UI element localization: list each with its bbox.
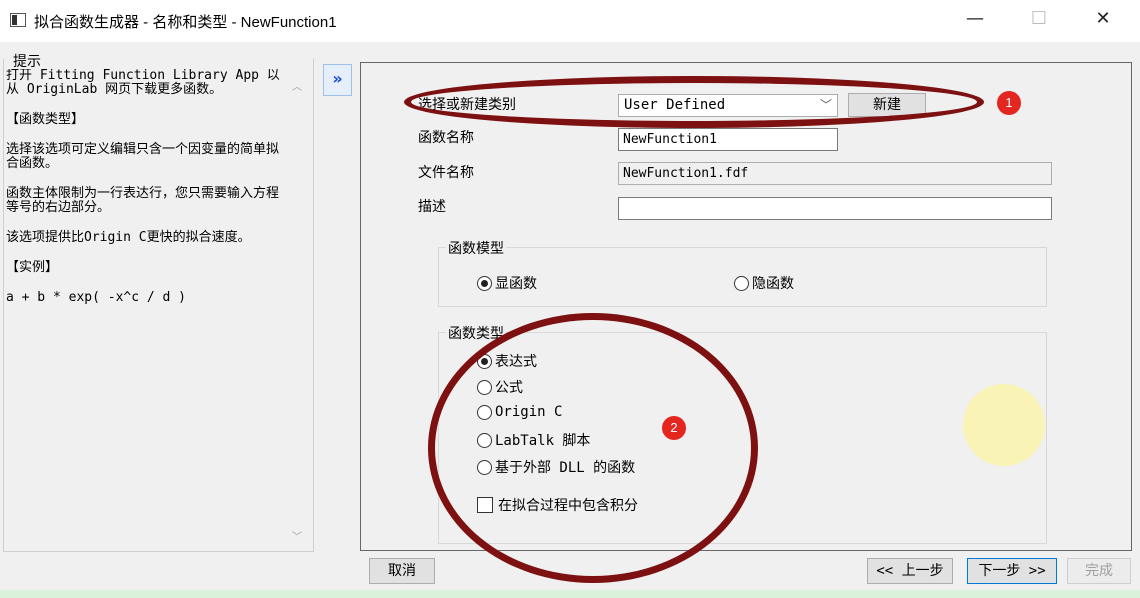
hint-paragraph: a + b * exp( -x^c / d ) — [6, 290, 187, 305]
title-bar: 拟合函数生成器 - 名称和类型 - NewFunction1 — ☐ ✕ — [0, 0, 1140, 42]
radio-explicit[interactable]: 显函数 — [477, 273, 537, 293]
file-name-label: 文件名称 — [418, 165, 474, 181]
annotation-badge-1: 1 — [997, 91, 1021, 115]
radio-implicit[interactable]: 隐函数 — [734, 273, 794, 293]
hint-paragraph: 选择该选项可定义编辑只含一个因变量的简单拟合函数。 — [6, 142, 280, 171]
app-icon — [10, 13, 26, 27]
description-input[interactable] — [618, 197, 1052, 220]
file-name-input[interactable]: NewFunction1.fdf — [618, 162, 1052, 185]
annotation-ellipse-2 — [428, 313, 758, 583]
status-strip — [0, 590, 1140, 598]
previous-button[interactable]: << 上一步 — [867, 558, 953, 584]
annotation-badge-2: 2 — [662, 416, 686, 440]
hint-paragraph: 打开 Fitting Function Library App 以从 Origi… — [6, 69, 280, 97]
radio-checked-icon — [477, 275, 492, 291]
hint-paragraph: 【函数类型】 — [6, 112, 85, 127]
hint-paragraph: 【实例】 — [6, 260, 59, 275]
expand-button[interactable]: » — [323, 64, 352, 96]
hint-paragraph: 该选项提供比Origin C更快的拟合速度。 — [6, 230, 251, 245]
close-button[interactable]: ✕ — [1080, 0, 1126, 40]
next-button[interactable]: 下一步 >> — [967, 558, 1057, 584]
scroll-down-icon[interactable]: ﹀ — [292, 528, 302, 543]
hint-text: 打开 Fitting Function Library App 以从 Origi… — [6, 69, 286, 549]
scroll-up-icon[interactable]: ︿ — [292, 78, 302, 93]
finish-button[interactable]: 完成 — [1067, 558, 1131, 584]
annotation-ellipse-1 — [404, 76, 984, 128]
description-label: 描述 — [418, 199, 446, 215]
hint-title: 提示 — [13, 54, 41, 70]
minimize-button[interactable]: — — [952, 0, 998, 40]
function-model-title: 函数模型 — [446, 238, 506, 258]
function-name-label: 函数名称 — [418, 130, 474, 146]
maximize-button[interactable]: ☐ — [1016, 0, 1062, 40]
function-name-input[interactable]: NewFunction1 — [618, 128, 838, 151]
cursor-highlight — [963, 384, 1045, 466]
hint-scrollbar[interactable]: ︿ ﹀ — [287, 70, 307, 550]
radio-unchecked-icon — [734, 275, 749, 291]
hint-paragraph: 函数主体限制为一行表达行，您只需要输入方程等号的右边部分。 — [6, 186, 280, 215]
window-title: 拟合函数生成器 - 名称和类型 - NewFunction1 — [34, 14, 337, 31]
cancel-button[interactable]: 取消 — [369, 558, 435, 584]
